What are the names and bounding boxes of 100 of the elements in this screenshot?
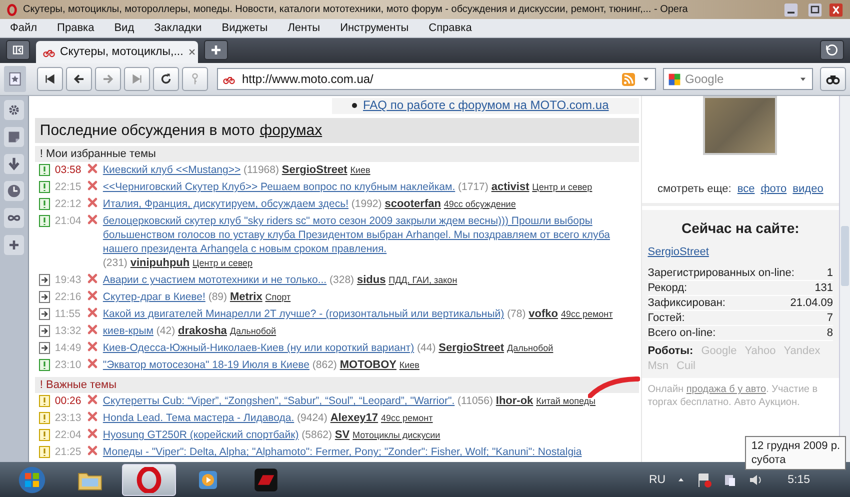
forums-link[interactable]: форумах bbox=[260, 122, 322, 139]
delete-icon[interactable] bbox=[86, 197, 98, 208]
category-link[interactable]: 49сс ремонт bbox=[560, 309, 613, 319]
delete-icon[interactable] bbox=[86, 428, 98, 439]
author-link[interactable]: SergioStreet bbox=[438, 342, 504, 354]
topic-link[interactable]: Киевский клуб <<Mustang>> bbox=[102, 163, 241, 177]
user-link[interactable]: SergioStreet bbox=[648, 246, 834, 258]
reload-button[interactable] bbox=[153, 67, 179, 91]
author-link[interactable]: scooterfan bbox=[384, 198, 441, 210]
stat-label: Зафиксирован: bbox=[648, 296, 726, 310]
category-link[interactable]: 49сс ремонт bbox=[380, 413, 433, 423]
stat-value: 131 bbox=[814, 281, 834, 295]
address-field[interactable]: http://www.moto.com.ua/ bbox=[217, 68, 656, 90]
notes-button[interactable] bbox=[4, 127, 24, 147]
panel-toggle-button[interactable] bbox=[6, 40, 30, 60]
closed-tabs-button[interactable] bbox=[820, 40, 844, 60]
author-link[interactable]: vinipuhpuh bbox=[130, 257, 190, 269]
settings-button[interactable] bbox=[4, 100, 24, 120]
opera-icon bbox=[6, 4, 18, 16]
close-icon[interactable] bbox=[187, 47, 198, 57]
topic-time: 03:58 bbox=[54, 163, 82, 177]
menu-item[interactable]: Ленты bbox=[288, 22, 320, 34]
delete-icon[interactable] bbox=[86, 290, 98, 301]
opera-icon[interactable] bbox=[136, 466, 162, 492]
category-link[interactable]: Центр и север bbox=[192, 258, 253, 268]
links-button[interactable] bbox=[4, 208, 24, 228]
delete-icon[interactable] bbox=[86, 358, 98, 369]
ad-link[interactable]: продажа б у авто bbox=[686, 384, 766, 395]
topic-link[interactable]: Какой из двигателей Минарелли 2Т лучше? - (горизонтальный или вертикальный) bbox=[102, 307, 504, 321]
category-link[interactable]: Китай мопеды bbox=[536, 396, 596, 406]
delete-icon[interactable] bbox=[86, 411, 98, 422]
browser-tab[interactable]: Скутеры, мотоциклы,... bbox=[36, 41, 198, 63]
author-link[interactable]: SergioStreet bbox=[282, 164, 348, 176]
delete-icon[interactable] bbox=[86, 394, 98, 405]
menu-item[interactable]: Файл bbox=[10, 22, 38, 34]
category-link[interactable]: Спорт bbox=[265, 292, 291, 302]
topic-link[interactable]: Мопеды - "Viper": Delta, Alpha; "Alphamoto": Fermer, Pony; "Zonder": Fisher, Wolf; "Kanuni": Nostalgia bbox=[102, 445, 582, 459]
gallery-link[interactable]: все bbox=[737, 183, 755, 195]
delete-icon[interactable] bbox=[86, 180, 98, 191]
new-tab-button[interactable] bbox=[204, 40, 228, 60]
gallery-link[interactable]: фото bbox=[760, 183, 787, 195]
author-link[interactable]: Alexey17 bbox=[330, 412, 378, 424]
history-button[interactable] bbox=[4, 181, 24, 201]
author-link[interactable]: SV bbox=[334, 429, 350, 441]
delete-icon[interactable] bbox=[86, 324, 98, 335]
delete-icon[interactable] bbox=[86, 273, 98, 284]
topic-link[interactable]: Hyosung GT250R (корейский спортбайк) bbox=[102, 428, 299, 442]
category-link[interactable]: Киев bbox=[399, 360, 420, 370]
category-link[interactable]: ПДД, ГАИ, закон bbox=[388, 275, 458, 285]
topic-link[interactable]: Италия, Франция, дискутируем, обсуждаем здесь! bbox=[102, 197, 348, 211]
category-link[interactable]: Дальнобой bbox=[506, 343, 554, 353]
topic-link[interactable]: белоцерковский скутер клуб "sky riders sc" мото сезон 2009 закрыли ждем весны))) Прошли выборы большенством голосов по уставу клуба Президентом выбран Arhangel. Мы поздравляем от всего клуба нашего президента Arhangela с новым сроком правления. bbox=[102, 214, 635, 256]
topic-link[interactable]: киев-крым bbox=[102, 324, 154, 338]
menu-item[interactable]: Инструменты bbox=[340, 22, 409, 34]
search-box[interactable]: Google bbox=[663, 68, 813, 90]
scrollbar[interactable] bbox=[839, 96, 850, 462]
category-link[interactable]: 49сс обсуждение bbox=[444, 199, 516, 209]
author-link[interactable]: sidus bbox=[356, 274, 386, 286]
delete-icon[interactable] bbox=[86, 445, 98, 456]
author-link[interactable]: Ihor-ok bbox=[496, 395, 534, 407]
topic-link[interactable]: Скутер-драг в Киеве! bbox=[102, 290, 206, 304]
category-link[interactable]: Киев bbox=[350, 165, 370, 175]
topic-link[interactable]: Honda Lead. Тема мастера - Лидавода. bbox=[102, 411, 294, 425]
game-icon[interactable] bbox=[253, 466, 279, 492]
topic-link[interactable]: Киев-Одесса-Южный-Николаев-Киев (ну или короткий вариант) bbox=[102, 341, 414, 355]
topic-link[interactable]: Аварии с участием мототехники и не только... bbox=[102, 273, 327, 287]
delete-icon[interactable] bbox=[86, 163, 98, 174]
menu-item[interactable]: Справка bbox=[428, 22, 472, 34]
author-link[interactable]: activist bbox=[491, 181, 530, 193]
topic-link[interactable]: <<Черниговский Скутер Клуб>> Решаем вопрос по клубным наклейкам. bbox=[102, 180, 456, 194]
author-link[interactable]: drakosha bbox=[178, 325, 227, 337]
delete-icon[interactable] bbox=[86, 214, 98, 225]
author-link[interactable]: vofko bbox=[528, 308, 558, 320]
flag-icon[interactable] bbox=[696, 472, 712, 488]
menu-item[interactable]: Виджеты bbox=[222, 22, 268, 34]
close-icon[interactable] bbox=[828, 2, 844, 16]
author-link[interactable]: MOTOBOY bbox=[340, 359, 396, 371]
menu-item[interactable]: Закладки bbox=[154, 22, 202, 34]
delete-icon[interactable] bbox=[86, 341, 98, 352]
plus-icon bbox=[210, 44, 222, 56]
topic-link[interactable]: Скутеретты Cub: “Viper”, “Zongshen”, “Sabur”, “Soul”, “Leopard”, "Warrior". bbox=[102, 394, 455, 408]
photo-placeholder[interactable] bbox=[703, 96, 778, 155]
category-link[interactable]: Центр и север bbox=[532, 182, 592, 192]
taskbar-app[interactable] bbox=[122, 464, 176, 496]
add-panel-button[interactable] bbox=[4, 235, 24, 255]
menu-item[interactable]: Правка bbox=[57, 22, 94, 34]
binoculars-button[interactable] bbox=[820, 67, 846, 91]
rewind-button[interactable] bbox=[37, 67, 63, 91]
delete-icon[interactable] bbox=[86, 307, 98, 318]
gallery-link[interactable]: видео bbox=[792, 183, 824, 195]
back-button[interactable] bbox=[66, 67, 92, 91]
clock[interactable]: 5:15 bbox=[774, 474, 824, 486]
downloads-button[interactable] bbox=[4, 154, 24, 174]
language-indicator[interactable]: RU bbox=[648, 474, 666, 486]
topic-link[interactable]: "Экватор мотосезона" 18-19 Июля в Киеве bbox=[102, 358, 310, 372]
panel-button[interactable] bbox=[4, 66, 26, 92]
author-link[interactable]: Metrix bbox=[230, 291, 262, 303]
category-link[interactable]: Дальнобой bbox=[230, 326, 276, 336]
category-link[interactable]: Мотоциклы дискусии bbox=[352, 430, 440, 440]
menu-item[interactable]: Вид bbox=[114, 22, 134, 34]
